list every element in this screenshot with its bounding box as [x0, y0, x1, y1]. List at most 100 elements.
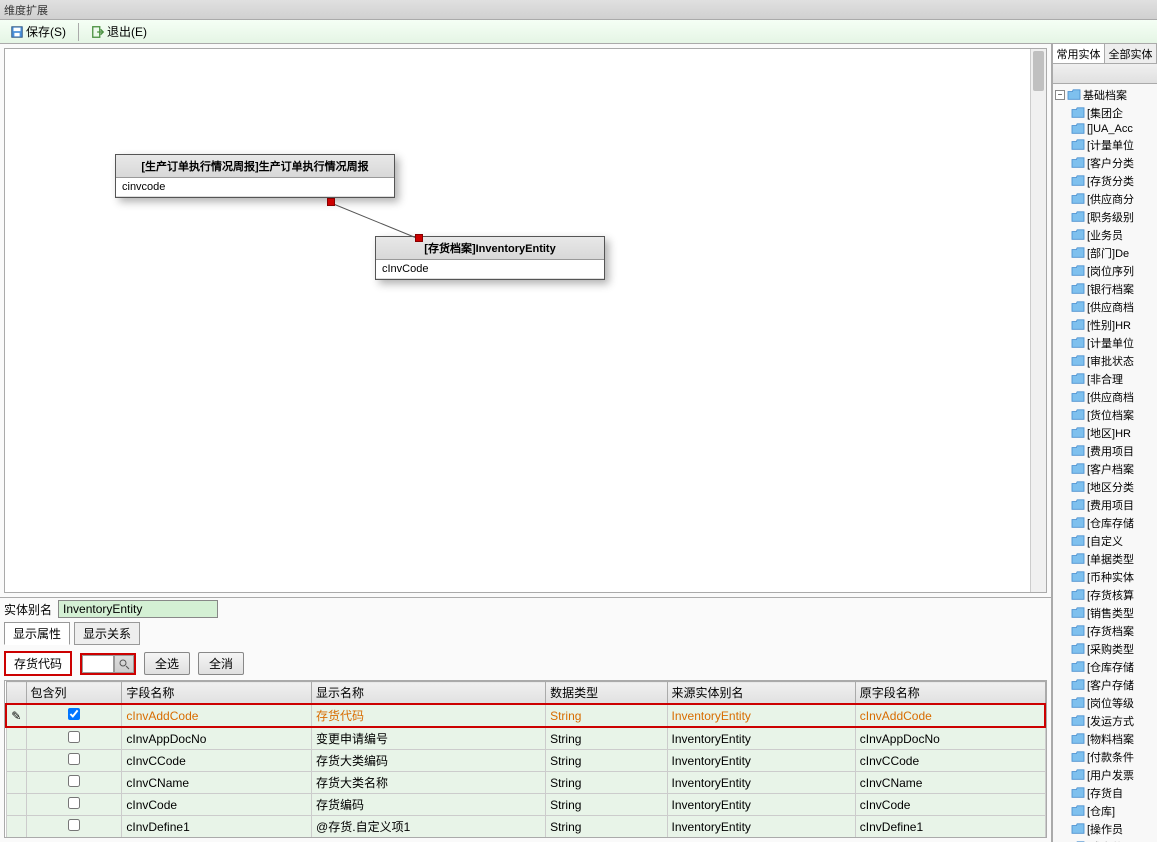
tree-label: []UA_Acc	[1087, 123, 1133, 135]
entity-field[interactable]: cinvcode	[116, 178, 394, 197]
tree-item[interactable]: [存货自	[1055, 784, 1155, 802]
table-row[interactable]: cInvDefine1@存货.自定义项1StringInventoryEntit…	[6, 816, 1045, 838]
include-checkbox[interactable]	[68, 775, 80, 787]
col-include[interactable]: 包含列	[26, 682, 122, 705]
tree-item[interactable]: [地区]HR	[1055, 424, 1155, 442]
tree-item[interactable]: [存货档案	[1055, 622, 1155, 640]
tree-item[interactable]: [成套件	[1055, 838, 1155, 842]
diagram-canvas[interactable]: [生产订单执行情况周报]生产订单执行情况周报 cinvcode [存货档案]In…	[4, 48, 1047, 593]
tree-label: [集团企	[1087, 105, 1123, 121]
connector-handle[interactable]	[415, 234, 423, 242]
include-checkbox[interactable]	[68, 819, 80, 831]
tree-item[interactable]: [岗位序列	[1055, 262, 1155, 280]
deselect-all-button[interactable]: 全消	[198, 652, 244, 675]
table-row[interactable]: cInvAppDocNo变更申请编号StringInventoryEntityc…	[6, 727, 1045, 750]
save-button[interactable]: 保存(S)	[4, 21, 72, 42]
tree-item[interactable]: [费用项目	[1055, 496, 1155, 514]
tree-item[interactable]: [职务级别	[1055, 208, 1155, 226]
tree-item[interactable]: [存货核算	[1055, 586, 1155, 604]
alias-label: 实体别名	[4, 601, 52, 618]
tree-item[interactable]: [供应商档	[1055, 388, 1155, 406]
tree-item[interactable]: [部门]De	[1055, 244, 1155, 262]
tree-item[interactable]: [非合理	[1055, 370, 1155, 388]
tree-label: [付款条件	[1087, 749, 1134, 765]
tree-item[interactable]: [操作员	[1055, 820, 1155, 838]
tree-item[interactable]: [客户存储	[1055, 676, 1155, 694]
filter-input[interactable]	[82, 655, 114, 673]
tree-root[interactable]: − 基础档案	[1055, 86, 1155, 104]
tree-item[interactable]: [发运方式	[1055, 712, 1155, 730]
tree-item[interactable]: [付款条件	[1055, 748, 1155, 766]
cell-data-type: String	[546, 838, 667, 839]
col-source-entity[interactable]: 来源实体别名	[667, 682, 855, 705]
tree-label: [费用项目	[1087, 497, 1134, 513]
col-data-type[interactable]: 数据类型	[546, 682, 667, 705]
tree-item[interactable]: [采购类型	[1055, 640, 1155, 658]
tree-label: [职务级别	[1087, 209, 1134, 225]
alias-input[interactable]	[58, 600, 218, 618]
select-all-button[interactable]: 全选	[144, 652, 190, 675]
tree-item[interactable]: [供应商分	[1055, 190, 1155, 208]
tree-item[interactable]: [币种实体	[1055, 568, 1155, 586]
table-row[interactable]: cInvCCode存货大类编码StringInventoryEntitycInv…	[6, 750, 1045, 772]
tree-item[interactable]: [集团企	[1055, 104, 1155, 122]
tree-item[interactable]: [货位档案	[1055, 406, 1155, 424]
tree-item[interactable]: [费用项目	[1055, 442, 1155, 460]
filter-lookup-button[interactable]	[114, 655, 134, 673]
tree-item[interactable]: [仓库]	[1055, 802, 1155, 820]
table-row[interactable]: cInvCode存货编码StringInventoryEntitycInvCod…	[6, 794, 1045, 816]
tree-item[interactable]: [计量单位	[1055, 334, 1155, 352]
folder-icon	[1071, 805, 1085, 817]
tree-item[interactable]: [银行档案	[1055, 280, 1155, 298]
include-checkbox[interactable]	[68, 753, 80, 765]
entity-field[interactable]: cInvCode	[376, 260, 604, 279]
exit-button[interactable]: 退出(E)	[85, 21, 153, 42]
tab-relations[interactable]: 显示关系	[74, 622, 140, 645]
include-checkbox[interactable]	[68, 731, 80, 743]
tree-item[interactable]: [仓库存储	[1055, 658, 1155, 676]
table-row[interactable]: cInvCName存货大类名称StringInventoryEntitycInv…	[6, 772, 1045, 794]
col-display-name[interactable]: 显示名称	[312, 682, 546, 705]
table-row[interactable]: ✎cInvAddCode存货代码StringInventoryEntitycIn…	[6, 704, 1045, 727]
tab-all-entities[interactable]: 全部实体	[1105, 44, 1157, 63]
tree-item[interactable]: [销售类型	[1055, 604, 1155, 622]
tree-item[interactable]: []UA_Acc	[1055, 122, 1155, 136]
tree-item[interactable]: [仓库存储	[1055, 514, 1155, 532]
tree-item[interactable]: [存货分类	[1055, 172, 1155, 190]
tree-item[interactable]: [岗位等级	[1055, 694, 1155, 712]
tree-label: 基础档案	[1083, 87, 1127, 103]
row-indicator	[6, 816, 26, 838]
tree-item[interactable]: [客户档案	[1055, 460, 1155, 478]
entity-inventory[interactable]: [存货档案]InventoryEntity cInvCode	[375, 236, 605, 280]
include-checkbox[interactable]	[68, 797, 80, 809]
col-field-name[interactable]: 字段名称	[122, 682, 312, 705]
table-row[interactable]: cInvDefine10@存货.自定义项10StringInventoryEnt…	[6, 838, 1045, 839]
tree-item[interactable]: [用户发票	[1055, 766, 1155, 784]
canvas-scrollbar[interactable]	[1030, 49, 1046, 592]
tree-item[interactable]: [单据类型	[1055, 550, 1155, 568]
tree-item[interactable]: [计量单位	[1055, 136, 1155, 154]
tree-item[interactable]: [供应商档	[1055, 298, 1155, 316]
cell-field-name: cInvCCode	[122, 750, 312, 772]
tree-item[interactable]: [性别]HR	[1055, 316, 1155, 334]
separator	[78, 23, 79, 41]
tree-toggle[interactable]: −	[1055, 90, 1065, 100]
connector-handle[interactable]	[327, 198, 335, 206]
include-checkbox[interactable]	[68, 708, 80, 720]
tree-item[interactable]: [物料档案	[1055, 730, 1155, 748]
tree-item[interactable]: [地区分类	[1055, 478, 1155, 496]
entity-tree[interactable]: −基础档案[集团企[]UA_Acc[计量单位[客户分类[存货分类[供应商分[职务…	[1053, 84, 1157, 842]
tab-attributes[interactable]: 显示属性	[4, 622, 70, 645]
tree-item[interactable]: [业务员	[1055, 226, 1155, 244]
tree-item[interactable]: [客户分类	[1055, 154, 1155, 172]
tree-item[interactable]: [审批状态	[1055, 352, 1155, 370]
cell-field-name: cInvCName	[122, 772, 312, 794]
field-grid[interactable]: 包含列 字段名称 显示名称 数据类型 来源实体别名 原字段名称 ✎cInvAdd…	[4, 680, 1047, 838]
cell-source-entity: InventoryEntity	[667, 772, 855, 794]
tree-item[interactable]: [自定义	[1055, 532, 1155, 550]
col-original-field[interactable]: 原字段名称	[855, 682, 1045, 705]
tab-common-entities[interactable]: 常用实体	[1053, 44, 1105, 63]
tree-label: [存货档案	[1087, 623, 1134, 639]
entity-production-report[interactable]: [生产订单执行情况周报]生产订单执行情况周报 cinvcode	[115, 154, 395, 198]
cell-source-entity: InventoryEntity	[667, 838, 855, 839]
